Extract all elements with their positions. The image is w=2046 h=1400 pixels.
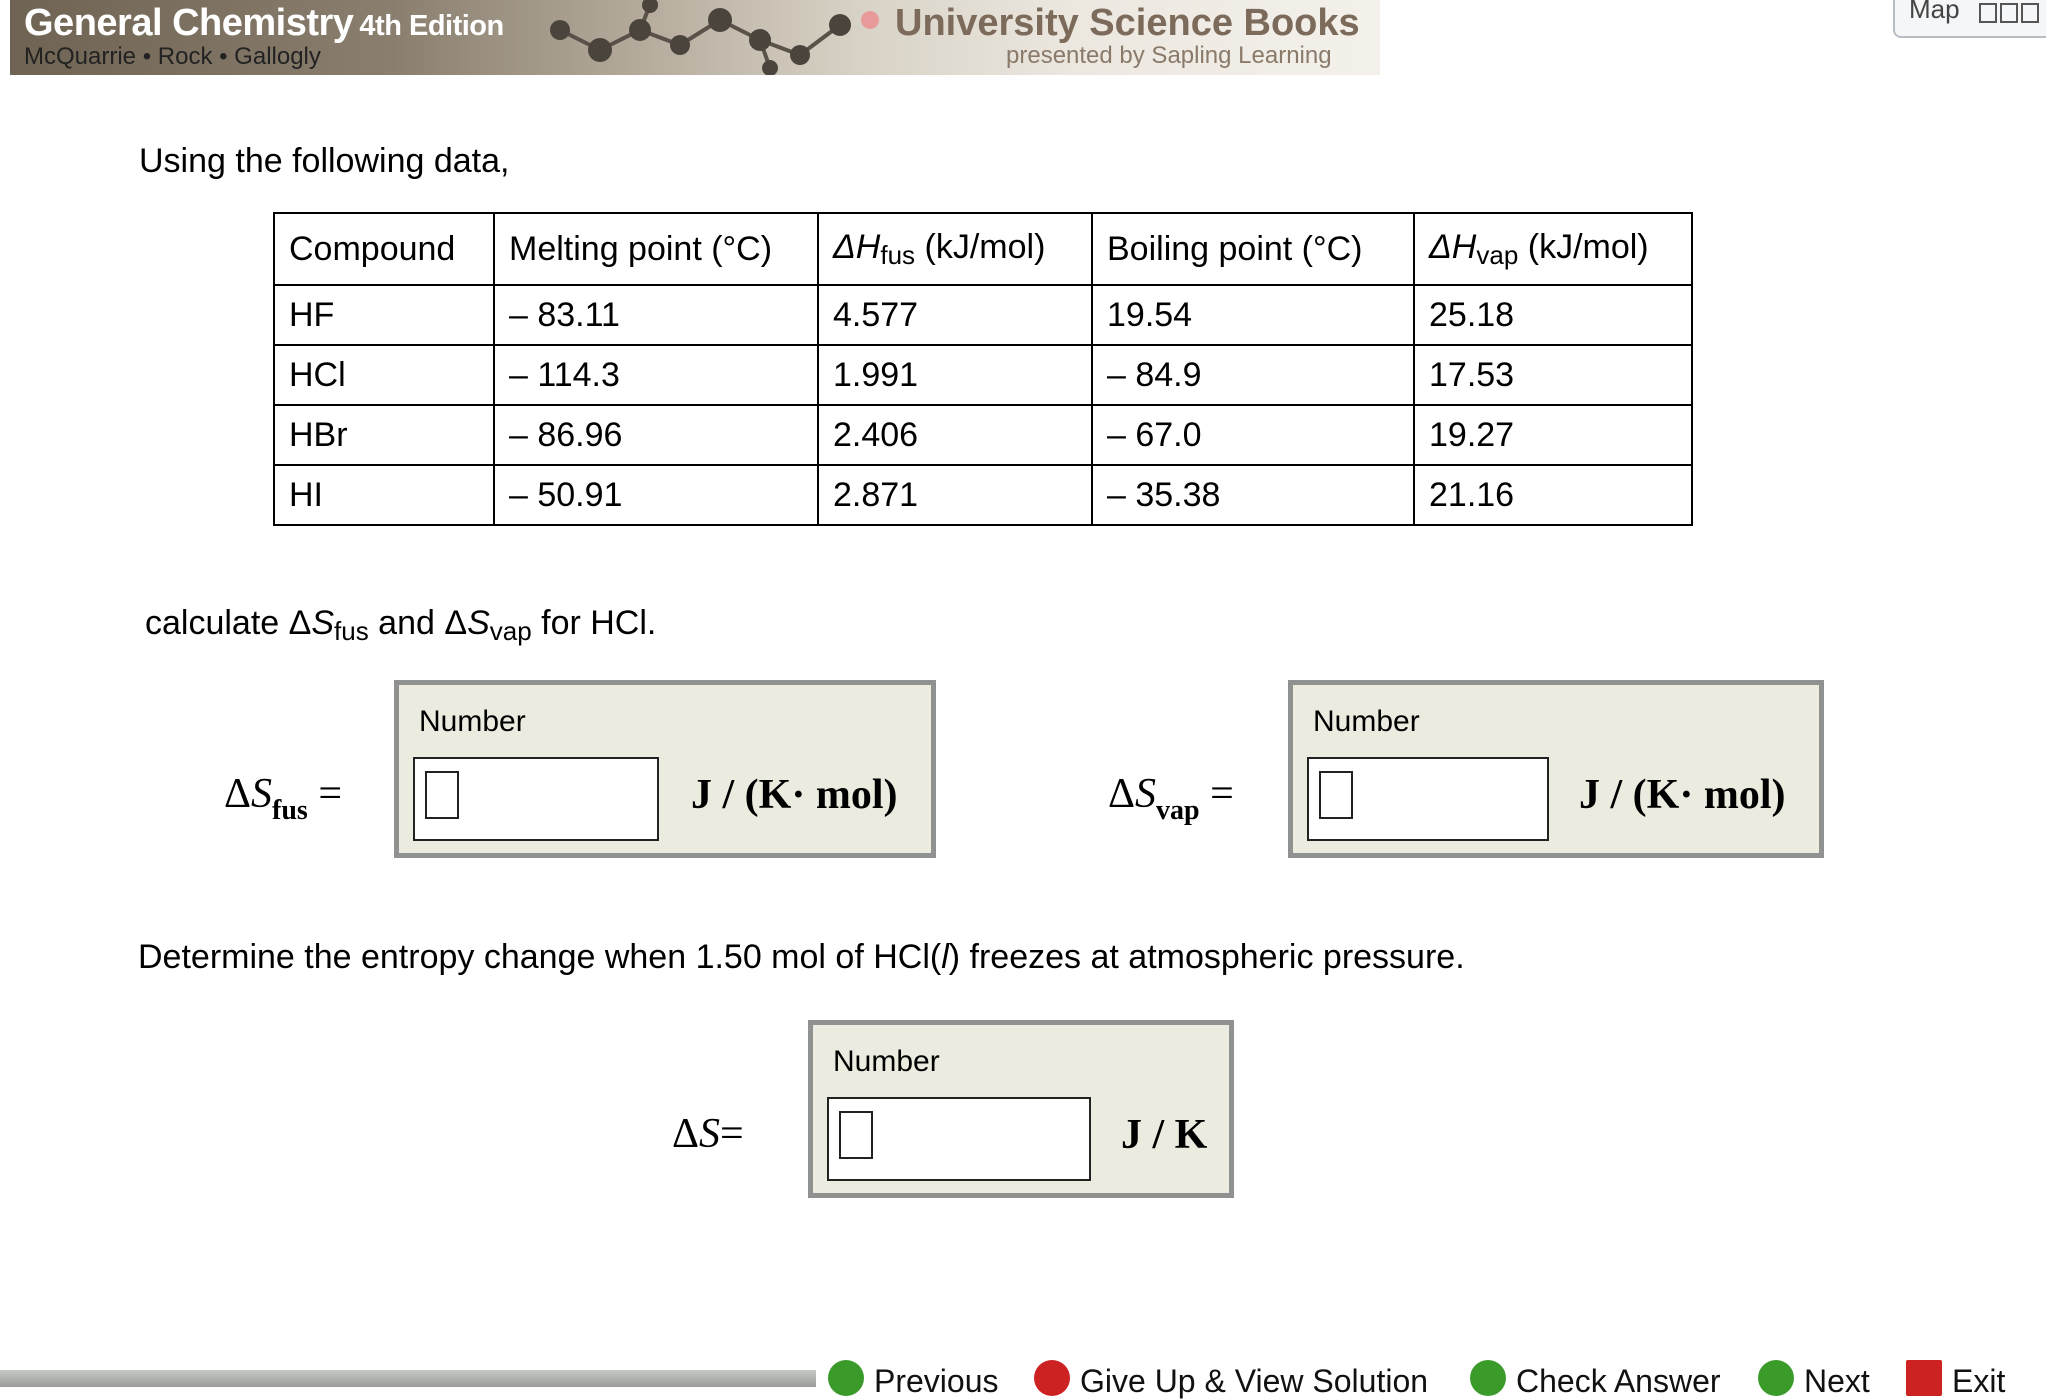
question-intro: Using the following data, — [139, 142, 510, 180]
book-authors: McQuarrie • Rock • Gallogly — [24, 43, 321, 70]
bottom-bar — [0, 1370, 816, 1387]
book-title: General Chemistry 4th Edition — [24, 2, 504, 45]
book-title-text: General Chemistry — [24, 2, 354, 44]
number-label: Number — [833, 1045, 940, 1078]
delta-s-fus-label: ΔSfus = — [224, 771, 342, 826]
unit-label: J / (K· mol) — [691, 772, 898, 818]
table-cell: – 84.9 — [1091, 344, 1415, 406]
header-banner: General Chemistry 4th Edition McQuarrie •… — [10, 0, 1380, 75]
table-cell: 1.991 — [817, 344, 1093, 406]
table-header-row: Compound Melting point (°C) ΔHfus (kJ/mo… — [273, 212, 1693, 286]
table-cell: 2.406 — [817, 404, 1093, 466]
table-cell: – 50.91 — [493, 464, 819, 526]
book-edition: 4th Edition — [359, 10, 504, 42]
table-cell: HCl — [273, 344, 495, 406]
question-prompt-1: calculate ΔSfus and ΔSvap for HCl. — [145, 604, 657, 646]
close-circle-icon — [1034, 1360, 1070, 1396]
table-cell: 2.871 — [817, 464, 1093, 526]
table-cell: 19.27 — [1413, 404, 1693, 466]
table-row: HCl – 114.3 1.991 – 84.9 17.53 — [273, 344, 1693, 406]
header-dh-fus: ΔHfus (kJ/mol) — [817, 212, 1093, 286]
answer-field-total[interactable] — [827, 1097, 1091, 1181]
table-cell: – 67.0 — [1091, 404, 1415, 466]
molecule-graphic — [550, 0, 879, 75]
answer-box-vap: Number J / (K· mol) — [1288, 680, 1824, 858]
header-dh-vap: ΔHvap (kJ/mol) — [1413, 212, 1693, 286]
header-melting-point: Melting point (°C) — [493, 212, 819, 286]
number-label: Number — [1313, 705, 1420, 738]
check-answer-button[interactable]: Check Answer — [1470, 1360, 1721, 1400]
table-cell: 21.16 — [1413, 464, 1693, 526]
table-cell: – 83.11 — [493, 284, 819, 346]
number-label: Number — [419, 705, 526, 738]
map-grid-icon — [1979, 3, 2039, 23]
delta-s-input[interactable] — [839, 1111, 873, 1159]
map-button[interactable]: Map — [1893, 0, 2046, 38]
delta-s-vap-label: ΔSvap = — [1108, 771, 1234, 826]
table-cell: 4.577 — [817, 284, 1093, 346]
table-cell: – 35.38 — [1091, 464, 1415, 526]
delta-s-vap-input[interactable] — [1319, 771, 1353, 819]
answer-field-vap[interactable] — [1307, 757, 1549, 841]
exit-button[interactable]: Exit — [1906, 1360, 2005, 1400]
unit-label: J / (K· mol) — [1579, 772, 1786, 818]
data-table: Compound Melting point (°C) ΔHfus (kJ/mo… — [273, 212, 1693, 526]
question-prompt-2: Determine the entropy change when 1.50 m… — [138, 938, 1465, 976]
next-button[interactable]: Next — [1758, 1360, 1870, 1400]
table-cell: – 114.3 — [493, 344, 819, 406]
map-label: Map — [1909, 0, 1960, 24]
table-row: HI – 50.91 2.871 – 35.38 21.16 — [273, 464, 1693, 526]
table-cell: HF — [273, 284, 495, 346]
delta-s-label: ΔS= — [672, 1111, 744, 1157]
publisher-name: University Science Books — [895, 2, 1360, 44]
answer-box-total: Number J / K — [808, 1020, 1234, 1198]
table-cell: 17.53 — [1413, 344, 1693, 406]
previous-button[interactable]: Previous — [828, 1360, 999, 1400]
presented-by: presented by Sapling Learning — [1006, 42, 1332, 69]
answer-field-fus[interactable] — [413, 757, 659, 841]
exit-icon — [1906, 1360, 1942, 1396]
header-boiling-point: Boiling point (°C) — [1091, 212, 1415, 286]
delta-s-fus-input[interactable] — [425, 771, 459, 819]
table-cell: 25.18 — [1413, 284, 1693, 346]
table-row: HBr – 86.96 2.406 – 67.0 19.27 — [273, 404, 1693, 466]
check-icon — [1470, 1360, 1506, 1396]
next-icon — [1758, 1360, 1794, 1396]
table-cell: HI — [273, 464, 495, 526]
table-cell: – 86.96 — [493, 404, 819, 466]
give-up-button[interactable]: Give Up & View Solution — [1034, 1360, 1428, 1400]
table-row: HF – 83.11 4.577 19.54 25.18 — [273, 284, 1693, 346]
table-cell: HBr — [273, 404, 495, 466]
answer-box-fus: Number J / (K· mol) — [394, 680, 936, 858]
header-compound: Compound — [273, 212, 495, 286]
unit-label: J / K — [1121, 1112, 1208, 1158]
previous-icon — [828, 1360, 864, 1396]
table-cell: 19.54 — [1091, 284, 1415, 346]
